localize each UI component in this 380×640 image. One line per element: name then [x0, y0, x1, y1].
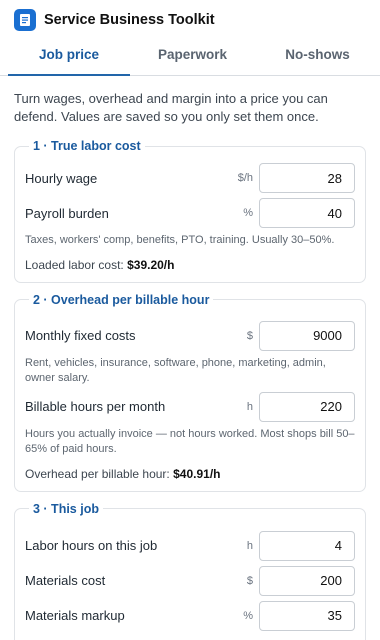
monthly-fixed-input[interactable]: [259, 320, 355, 351]
overhead-per-hour-value: $40.91/h: [173, 466, 221, 481]
materials-cost-row: Materials cost $: [25, 565, 355, 596]
tab-paperwork[interactable]: Paperwork: [130, 40, 255, 76]
tab-bar: Job price Paperwork No-shows: [0, 40, 380, 76]
hourly-wage-label: Hourly wage: [25, 170, 98, 186]
loaded-labor-cost-label: Loaded labor cost:: [25, 257, 124, 272]
tab-no-shows[interactable]: No-shows: [255, 40, 380, 76]
section-labor: 1 · True labor cost Hourly wage $/h Payr…: [14, 139, 366, 283]
materials-cost-label: Materials cost: [25, 573, 106, 588]
monthly-fixed-help: Rent, vehicles, insurance, software, pho…: [25, 356, 326, 385]
overhead-per-hour-label: Overhead per billable hour:: [25, 466, 170, 481]
section-job: 3 · This job Labor hours on this job h M…: [14, 501, 366, 640]
section-labor-title: 1 · True labor cost: [33, 139, 141, 153]
billable-hours-unit: h: [246, 400, 253, 413]
labor-hours-unit: h: [246, 539, 253, 552]
monthly-fixed-unit: $: [246, 329, 253, 342]
materials-cost-input[interactable]: [259, 565, 355, 596]
app-title: Service Business Toolkit: [44, 12, 215, 28]
labor-hours-label: Labor hours on this job: [25, 538, 158, 553]
materials-markup-input[interactable]: [259, 600, 355, 631]
section-overhead-title: 2 · Overhead per billable hour: [33, 292, 210, 307]
section-overhead: 2 · Overhead per billable hour Monthly f…: [14, 292, 366, 492]
labor-hours-input[interactable]: [259, 530, 355, 561]
materials-markup-label: Materials markup: [25, 608, 125, 623]
billable-hours-input[interactable]: [259, 391, 355, 422]
hourly-wage-row: Hourly wage $/h: [25, 163, 355, 193]
payroll-burden-row: Payroll burden %: [25, 198, 355, 228]
labor-hours-row: Labor hours on this job h: [25, 530, 355, 561]
billable-hours-label: Billable hours per month: [25, 399, 166, 414]
monthly-fixed-row: Monthly fixed costs $: [25, 320, 355, 351]
section-job-title: 3 · This job: [33, 501, 99, 516]
billable-hours-help: Hours you actually invoice — not hours w…: [25, 427, 355, 456]
materials-cost-unit: $: [246, 574, 253, 587]
payroll-burden-label: Payroll burden: [25, 205, 109, 221]
loaded-labor-cost-value: $39.20/h: [127, 257, 175, 272]
payroll-burden-help: Taxes, workers' comp, benefits, PTO, tra…: [25, 234, 335, 246]
loaded-labor-cost: Loaded labor cost: $39.20/h: [25, 258, 355, 272]
payroll-burden-unit: %: [243, 207, 253, 219]
materials-markup-unit: %: [243, 609, 253, 622]
billable-hours-row: Billable hours per month h: [25, 391, 355, 422]
overhead-per-hour: Overhead per billable hour: $40.91/h: [25, 467, 355, 481]
document-icon: [14, 9, 36, 31]
intro-text: Turn wages, overhead and margin into a p…: [14, 91, 328, 124]
tab-job-price[interactable]: Job price: [8, 40, 130, 76]
hourly-wage-unit: $/h: [237, 172, 253, 184]
hourly-wage-input[interactable]: [259, 163, 355, 193]
payroll-burden-input[interactable]: [259, 198, 355, 228]
materials-markup-row: Materials markup %: [25, 600, 355, 631]
app-header: Service Business Toolkit: [0, 0, 380, 40]
monthly-fixed-label: Monthly fixed costs: [25, 328, 136, 343]
